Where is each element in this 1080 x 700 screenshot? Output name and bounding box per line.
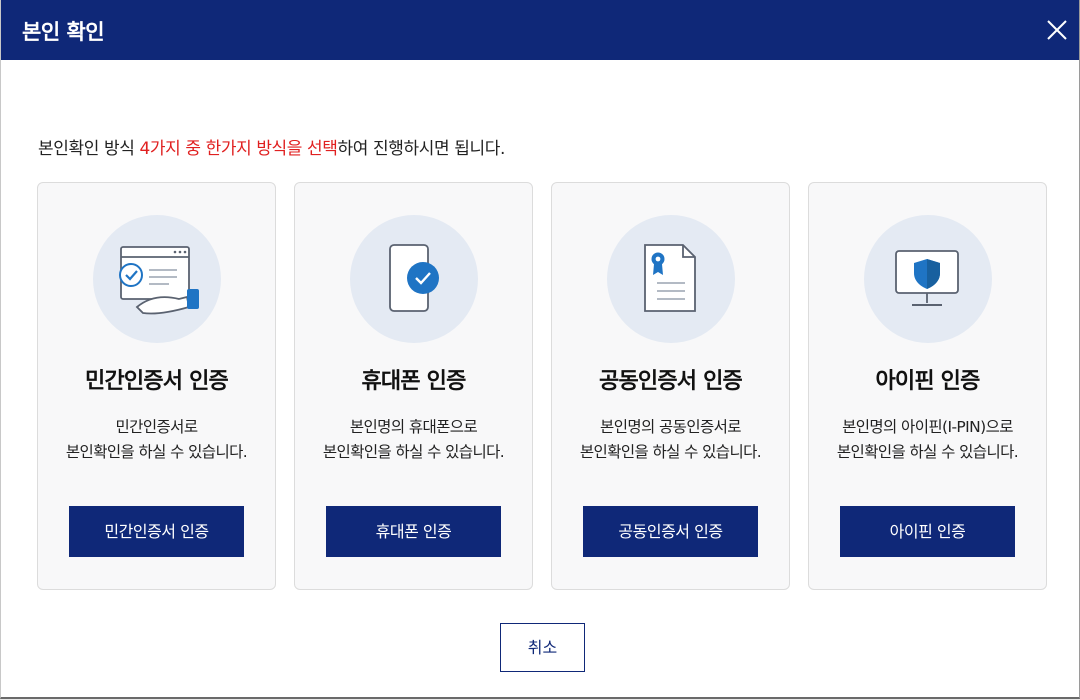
joint-certificate-button[interactable]: 공동인증서 인증 (583, 506, 758, 557)
ipin-button[interactable]: 아이핀 인증 (840, 506, 1015, 557)
cancel-button[interactable]: 취소 (500, 623, 585, 672)
dialog-header: 본인 확인 (1, 0, 1079, 60)
icon-circle (93, 215, 221, 343)
card-mobile-phone: 휴대폰 인증 본인명의 휴대폰으로 본인확인을 하실 수 있습니다. 휴대폰 인… (294, 182, 533, 590)
card-description-line: 본인확인을 하실 수 있습니다. (579, 443, 762, 461)
dialog-title: 본인 확인 (22, 20, 105, 44)
icon-circle (607, 215, 735, 343)
card-joint-certificate: 공동인증서 인증 본인명의 공동인증서로 본인확인을 하실 수 있습니다. 공동… (551, 182, 790, 590)
card-title: 공동인증서 인증 (599, 369, 743, 394)
icon-circle (350, 215, 478, 343)
card-description-line: 본인확인을 하실 수 있습니다. (65, 443, 248, 461)
card-title: 아이핀 인증 (875, 369, 980, 394)
card-description: 본인명의 아이핀(I-PIN)으로 본인확인을 하실 수 있습니다. (809, 415, 1046, 465)
card-title: 휴대폰 인증 (361, 369, 466, 394)
close-icon (1047, 20, 1067, 40)
intro-text-before: 본인확인 방식 (38, 139, 140, 159)
mobile-phone-check-icon (389, 244, 439, 312)
card-private-certificate: 민간인증서 인증 민간인증서로 본인확인을 하실 수 있습니다. 민간인증서 인… (37, 182, 276, 590)
card-description-line: 본인명의 아이핀(I-PIN)으로 (842, 418, 1013, 436)
card-description-line: 본인확인을 하실 수 있습니다. (836, 443, 1019, 461)
card-description-line: 본인확인을 하실 수 있습니다. (322, 443, 505, 461)
card-description-line: 민간인증서로 (115, 418, 199, 436)
identity-verification-dialog: 본인 확인 본인확인 방식 4가지 중 한가지 방식을 선택하여 진행하시면 됩… (0, 0, 1080, 699)
private-certificate-button[interactable]: 민간인증서 인증 (69, 506, 244, 557)
card-description-line: 본인명의 휴대폰으로 (349, 418, 478, 436)
card-title: 민간인증서 인증 (85, 369, 229, 394)
card-description: 민간인증서로 본인확인을 하실 수 있습니다. (38, 415, 275, 465)
document-seal-icon (644, 244, 696, 312)
intro-text: 본인확인 방식 4가지 중 한가지 방식을 선택하여 진행하시면 됩니다. (38, 134, 505, 159)
monitor-shield-icon (895, 250, 959, 306)
icon-circle (864, 215, 992, 343)
card-ipin: 아이핀 인증 본인명의 아이핀(I-PIN)으로 본인확인을 하실 수 있습니다… (808, 182, 1047, 590)
card-description: 본인명의 휴대폰으로 본인확인을 하실 수 있습니다. (295, 415, 532, 465)
mobile-phone-button[interactable]: 휴대폰 인증 (326, 506, 501, 557)
certificate-hand-icon (119, 246, 199, 315)
card-description-line: 본인명의 공동인증서로 (600, 418, 742, 436)
close-button[interactable] (1041, 14, 1073, 46)
intro-text-highlight: 4가지 중 한가지 방식을 선택 (139, 139, 338, 159)
intro-text-after: 하여 진행하시면 됩니다. (337, 139, 506, 159)
card-description: 본인명의 공동인증서로 본인확인을 하실 수 있습니다. (552, 415, 789, 465)
